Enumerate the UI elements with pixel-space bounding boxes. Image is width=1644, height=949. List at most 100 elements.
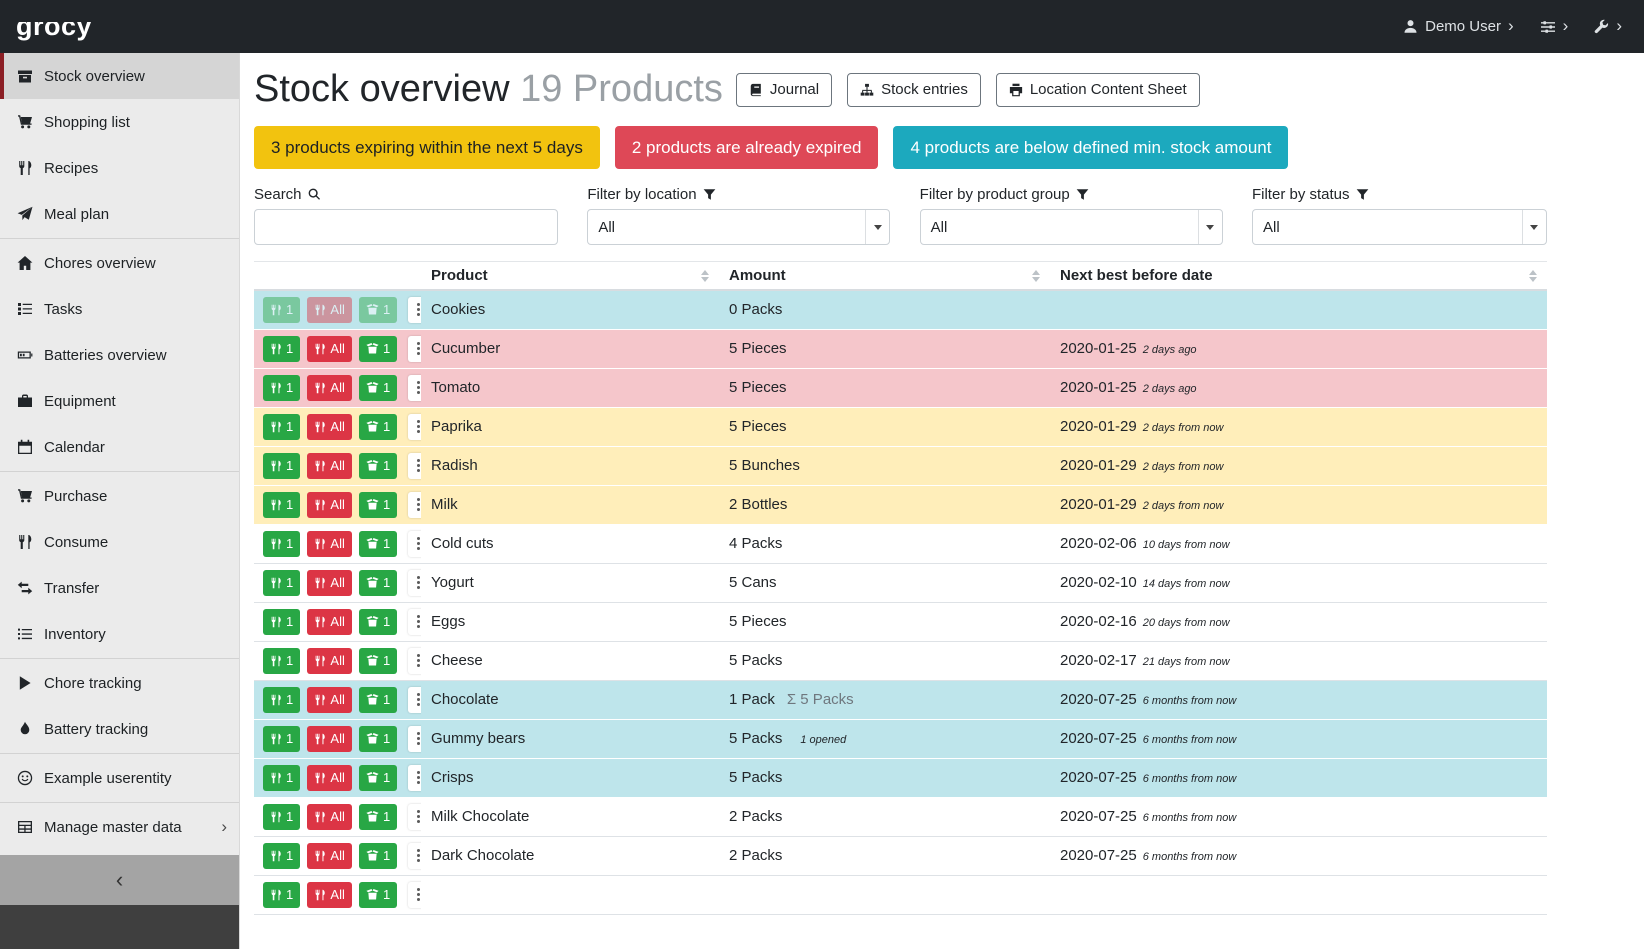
open-one-button[interactable]: 1: [359, 531, 397, 557]
location-filter-select[interactable]: All: [587, 209, 890, 245]
sidebar-item-recipes[interactable]: Recipes: [0, 145, 239, 191]
row-menu-button[interactable]: [408, 570, 421, 596]
sidebar-item-inventory[interactable]: Inventory: [0, 611, 239, 657]
consume-one-button[interactable]: 1: [263, 648, 300, 674]
row-menu-button[interactable]: [408, 804, 421, 830]
consume-one-button[interactable]: 1: [263, 843, 300, 869]
consume-all-button[interactable]: All: [307, 882, 351, 908]
sidebar-item-chore-tracking[interactable]: Chore tracking: [0, 660, 239, 706]
sidebar-item-battery-tracking[interactable]: Battery tracking: [0, 706, 239, 752]
consume-one-button[interactable]: 1: [263, 804, 300, 830]
sidebar-item-transfer[interactable]: Transfer: [0, 565, 239, 611]
row-menu-button[interactable]: [408, 453, 421, 479]
product-column-header[interactable]: Product: [421, 262, 719, 291]
sidebar-item-calendar[interactable]: Calendar: [0, 424, 239, 470]
row-menu-button[interactable]: [408, 648, 421, 674]
app-logo[interactable]: grocy: [16, 11, 92, 42]
row-menu-button[interactable]: [408, 843, 421, 869]
consume-all-button[interactable]: All: [307, 687, 351, 713]
open-one-button[interactable]: 1: [359, 726, 397, 752]
row-menu-button[interactable]: [408, 414, 421, 440]
consume-all-button[interactable]: All: [307, 609, 351, 635]
sidebar-item-equipment[interactable]: Equipment: [0, 378, 239, 424]
open-one-button[interactable]: 1: [359, 609, 397, 635]
consume-one-button[interactable]: 1: [263, 687, 300, 713]
below-min-stock-banner[interactable]: 4 products are below defined min. stock …: [893, 126, 1288, 169]
consume-one-button[interactable]: 1: [263, 414, 300, 440]
amount-column-header[interactable]: Amount: [719, 262, 1050, 291]
open-one-button[interactable]: 1: [359, 882, 397, 908]
open-one-button[interactable]: 1: [359, 687, 397, 713]
consume-one-button[interactable]: 1: [263, 336, 300, 362]
product-group-filter-select[interactable]: All: [920, 209, 1223, 245]
open-one-button[interactable]: 1: [359, 804, 397, 830]
open-one-button[interactable]: 1: [359, 453, 397, 479]
status-filter-select[interactable]: All: [1252, 209, 1547, 245]
consume-all-button[interactable]: All: [307, 648, 351, 674]
row-menu-button[interactable]: [408, 375, 421, 401]
sidebar-item-meal-plan[interactable]: Meal plan: [0, 191, 239, 237]
amount-note: 1 opened: [800, 734, 846, 746]
consume-one-button[interactable]: 1: [263, 375, 300, 401]
sidebar-item-shopping-list[interactable]: Shopping list: [0, 99, 239, 145]
row-menu-button[interactable]: [408, 336, 421, 362]
date-column-header[interactable]: Next best before date: [1050, 262, 1547, 291]
consume-all-button[interactable]: All: [307, 375, 351, 401]
open-one-button[interactable]: 1: [359, 570, 397, 596]
open-one-button[interactable]: 1: [359, 492, 397, 518]
row-menu-button[interactable]: [408, 297, 421, 323]
sidebar-item-batteries-overview[interactable]: Batteries overview: [0, 332, 239, 378]
sidebar-item-example-userentity[interactable]: Example userentity: [0, 755, 239, 801]
row-menu-button[interactable]: [408, 531, 421, 557]
expiring-products-banner[interactable]: 3 products expiring within the next 5 da…: [254, 126, 600, 169]
open-one-button[interactable]: 1: [359, 336, 397, 362]
row-menu-button[interactable]: [408, 687, 421, 713]
consume-all-button[interactable]: All: [307, 726, 351, 752]
consume-all-button[interactable]: All: [307, 453, 351, 479]
consume-one-button[interactable]: 1: [263, 882, 300, 908]
row-menu-button[interactable]: [408, 609, 421, 635]
sidebar-item-stock-overview[interactable]: Stock overview: [0, 53, 239, 99]
open-one-button[interactable]: 1: [359, 648, 397, 674]
expired-products-banner[interactable]: 2 products are already expired: [615, 126, 879, 169]
consume-one-button[interactable]: 1: [263, 726, 300, 752]
consume-all-button[interactable]: All: [307, 531, 351, 557]
consume-all-button[interactable]: All: [307, 843, 351, 869]
consume-all-button[interactable]: All: [307, 336, 351, 362]
consume-one-button[interactable]: 1: [263, 570, 300, 596]
row-menu-button[interactable]: [408, 726, 421, 752]
sidebar-item-consume[interactable]: Consume: [0, 519, 239, 565]
consume-all-button[interactable]: All: [307, 765, 351, 791]
consume-one-button[interactable]: 1: [263, 492, 300, 518]
consume-one-button[interactable]: 1: [263, 297, 300, 323]
open-one-button[interactable]: 1: [359, 843, 397, 869]
sidebar-item-manage-master-data[interactable]: Manage master data›: [0, 804, 239, 850]
consume-all-button[interactable]: All: [307, 570, 351, 596]
consume-one-button[interactable]: 1: [263, 609, 300, 635]
user-menu[interactable]: Demo User ›: [1403, 18, 1514, 35]
location-content-sheet-button[interactable]: Location Content Sheet: [996, 73, 1200, 107]
consume-all-button[interactable]: All: [307, 804, 351, 830]
open-one-button[interactable]: 1: [359, 375, 397, 401]
consume-all-button[interactable]: All: [307, 492, 351, 518]
sidebar-item-chores-overview[interactable]: Chores overview: [0, 240, 239, 286]
row-menu-button[interactable]: [408, 882, 421, 908]
open-one-button[interactable]: 1: [359, 297, 397, 323]
settings-menu[interactable]: ›: [1540, 18, 1569, 35]
collapse-sidebar-button[interactable]: ‹: [0, 855, 239, 905]
open-one-button[interactable]: 1: [359, 414, 397, 440]
admin-menu[interactable]: ›: [1594, 18, 1622, 35]
consume-all-button[interactable]: All: [307, 414, 351, 440]
journal-button[interactable]: Journal: [736, 73, 832, 107]
stock-entries-button[interactable]: Stock entries: [847, 73, 981, 107]
consume-one-button[interactable]: 1: [263, 531, 300, 557]
consume-one-button[interactable]: 1: [263, 765, 300, 791]
sidebar-item-tasks[interactable]: Tasks: [0, 286, 239, 332]
consume-one-button[interactable]: 1: [263, 453, 300, 479]
consume-all-button[interactable]: All: [307, 297, 351, 323]
search-input[interactable]: [254, 209, 558, 245]
open-one-button[interactable]: 1: [359, 765, 397, 791]
row-menu-button[interactable]: [408, 492, 421, 518]
sidebar-item-purchase[interactable]: Purchase: [0, 473, 239, 519]
row-menu-button[interactable]: [408, 765, 421, 791]
